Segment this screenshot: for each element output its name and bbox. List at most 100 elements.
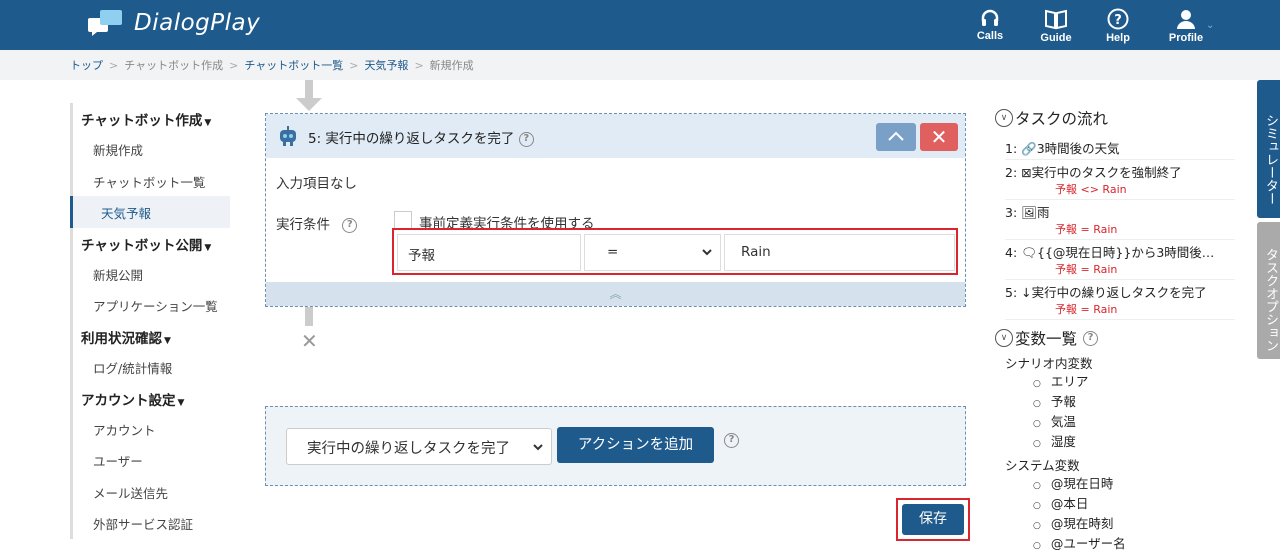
- chat-logo-icon: [88, 10, 122, 36]
- breadcrumb-create: チャットボット作成: [124, 59, 224, 72]
- variable-item[interactable]: 湿度: [1033, 432, 1235, 452]
- flow-item[interactable]: 3: 🖼雨 予報 = Rain: [1005, 200, 1235, 240]
- image-icon: 🖼: [1021, 205, 1038, 220]
- help-icon[interactable]: ?: [518, 131, 534, 147]
- chevron-down-icon: [702, 249, 712, 256]
- headset-icon: [981, 9, 999, 26]
- chevron-up-icon: [888, 131, 904, 141]
- variable-item[interactable]: エリア: [1033, 372, 1235, 392]
- sidebar-section-create[interactable]: チャットボット作成 ▼: [70, 103, 230, 133]
- user-icon: [1177, 10, 1195, 29]
- double-chevron-up-icon: ︽: [609, 287, 622, 301]
- logo[interactable]: DialogPlay: [88, 10, 260, 36]
- help-icon[interactable]: ?: [342, 217, 358, 233]
- caret-down-icon: ▼: [204, 242, 212, 253]
- caret-down-icon: ▼: [177, 397, 185, 408]
- nav-help[interactable]: ? Help: [1090, 8, 1146, 44]
- add-action-button[interactable]: アクションを追加: [557, 427, 714, 463]
- flow-condition: 予報 = Rain: [1055, 263, 1118, 276]
- nav-calls[interactable]: Calls: [962, 8, 1018, 42]
- predefined-condition-checkbox[interactable]: [394, 211, 412, 229]
- down-arrow-icon: ↓: [1021, 285, 1032, 300]
- caret-down-icon: ▼: [164, 335, 171, 346]
- add-action-panel: 実行中の繰り返しタスクを完了 アクションを追加 ?: [265, 406, 966, 486]
- task-panel: 5: 実行中の繰り返しタスクを完了 ? ✕ 入力項目なし 実行条件 ? 事前定義…: [265, 113, 966, 307]
- sidebar-item-new-publish[interactable]: 新規公開: [70, 257, 230, 290]
- help-icon[interactable]: ?: [724, 433, 739, 448]
- sidebar-item-users[interactable]: ユーザー: [70, 444, 230, 476]
- close-icon: ✕: [930, 125, 948, 149]
- robot-icon: [280, 126, 296, 146]
- sidebar: チャットボット作成 ▼ 新規作成 チャットボット一覧 天気予報 チャットボット公開…: [70, 103, 230, 539]
- variable-item[interactable]: 気温: [1033, 412, 1235, 432]
- condition-variable-input[interactable]: 予報: [397, 234, 581, 271]
- breadcrumb-weather[interactable]: 天気予報: [364, 57, 408, 73]
- sidebar-item-mail[interactable]: メール送信先: [70, 475, 230, 508]
- task-flow-title[interactable]: ∨ タスクの流れ: [995, 106, 1235, 130]
- nav-guide[interactable]: Guide: [1028, 8, 1084, 44]
- flow-connector: [305, 307, 313, 326]
- variable-item[interactable]: @現在日時: [1033, 474, 1235, 494]
- chevron-down-icon: [533, 444, 543, 451]
- scenario-vars-title: シナリオ内変数: [1005, 356, 1093, 371]
- nav-guide-label: Guide: [1040, 32, 1072, 44]
- link-icon: 🔗: [1021, 141, 1037, 156]
- task-options-tab[interactable]: タスクオプション: [1257, 222, 1280, 359]
- sidebar-item-weather[interactable]: 天気予報: [70, 196, 230, 228]
- caret-down-icon: ▼: [204, 118, 212, 128]
- delete-task-button[interactable]: ✕: [920, 123, 958, 151]
- top-navbar: DialogPlay Calls Guide ? Help Profile ⌄: [0, 0, 1280, 50]
- flow-condition: 予報 = Rain: [1055, 303, 1118, 316]
- variables-title[interactable]: ∨ 変数一覧?: [995, 326, 1235, 350]
- flow-item[interactable]: 1: 🔗3時間後の天気: [1005, 136, 1235, 160]
- action-select[interactable]: 実行中の繰り返しタスクを完了: [286, 428, 552, 465]
- collapse-bar[interactable]: ︽: [266, 282, 965, 306]
- condition-operator-select[interactable]: =: [584, 234, 721, 271]
- svg-text:?: ?: [1114, 13, 1122, 28]
- flow-condition: 予報 = Rain: [1055, 223, 1118, 236]
- variable-item[interactable]: 予報: [1033, 392, 1235, 412]
- chat-icon: 🗨: [1021, 245, 1038, 260]
- sidebar-item-account[interactable]: アカウント: [70, 412, 230, 445]
- sidebar-item-logs[interactable]: ログ/統計情報: [70, 350, 230, 383]
- flow-item[interactable]: 4: 🗨{{@現在日時}}から3時間後… 予報 = Rain: [1005, 240, 1235, 280]
- simulator-tab[interactable]: シミュレーター: [1257, 80, 1280, 218]
- no-input-text: 入力項目なし: [276, 176, 357, 192]
- chevron-down-icon[interactable]: ⌄: [1206, 20, 1214, 31]
- breadcrumb-chatbot-list[interactable]: チャットボット一覧: [244, 57, 343, 73]
- book-icon: [1045, 9, 1067, 30]
- sidebar-section-usage[interactable]: 利用状況確認 ▼: [70, 320, 230, 351]
- sidebar-item-app-list[interactable]: アプリケーション一覧: [70, 289, 230, 321]
- variable-item[interactable]: @ユーザー名: [1033, 534, 1235, 554]
- nav-profile-label: Profile: [1168, 32, 1204, 44]
- flow-item[interactable]: 5: ↓実行中の繰り返しタスクを完了 予報 = Rain: [1005, 280, 1235, 320]
- sidebar-item-external-auth[interactable]: 外部サービス認証: [70, 507, 230, 539]
- variable-item[interactable]: @本日: [1033, 494, 1235, 514]
- system-vars-title: システム変数: [1005, 458, 1080, 473]
- sidebar-section-account[interactable]: アカウント設定 ▼: [70, 382, 230, 413]
- flow-arrow-icon: [296, 98, 322, 111]
- move-up-button[interactable]: [876, 123, 916, 151]
- breadcrumb: トップ > チャットボット作成 > チャットボット一覧 > 天気予報 > 新規作…: [0, 50, 1280, 80]
- logo-text: DialogPlay: [134, 10, 261, 36]
- sidebar-item-chatbot-list[interactable]: チャットボット一覧: [70, 164, 230, 197]
- help-icon: ?: [1107, 8, 1129, 30]
- breadcrumb-top[interactable]: トップ: [70, 57, 103, 73]
- variable-item[interactable]: @現在時刻: [1033, 514, 1235, 534]
- chevron-down-circle-icon: ∨: [995, 109, 1013, 127]
- nav-help-label: Help: [1106, 32, 1130, 44]
- flow-condition: 予報 <> Rain: [1055, 183, 1127, 196]
- help-icon[interactable]: ?: [1083, 330, 1099, 346]
- condition-label: 実行条件 ?: [276, 213, 358, 233]
- right-panel: ∨ タスクの流れ 1: 🔗3時間後の天気 2: ⊠実行中のタスクを強制終了 予報 …: [995, 106, 1235, 554]
- save-highlight: 保存: [896, 498, 970, 541]
- task-header: 5: 実行中の繰り返しタスクを完了 ? ✕: [266, 114, 965, 158]
- save-button[interactable]: 保存: [902, 504, 964, 535]
- flow-item[interactable]: 2: ⊠実行中のタスクを強制終了 予報 <> Rain: [1005, 160, 1235, 200]
- breadcrumb-new: 新規作成: [429, 59, 474, 72]
- condition-row: 予報 = Rain: [392, 228, 958, 275]
- sidebar-section-publish[interactable]: チャットボット公開 ▼: [70, 227, 230, 258]
- sidebar-item-new[interactable]: 新規作成: [70, 133, 230, 165]
- condition-value-input[interactable]: Rain: [724, 234, 955, 271]
- nav-calls-label: Calls: [976, 30, 1004, 42]
